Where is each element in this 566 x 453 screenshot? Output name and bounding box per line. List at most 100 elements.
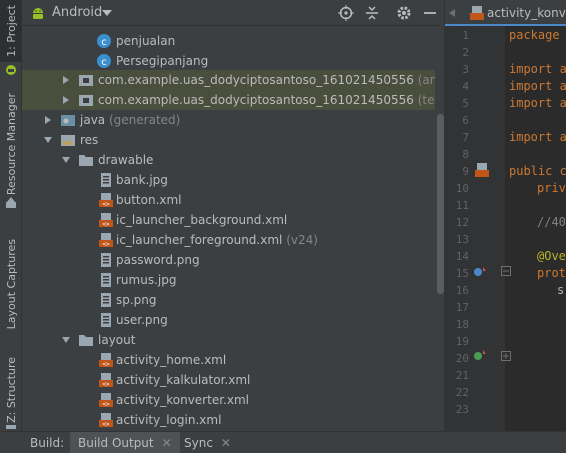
svg-text:<>: <> [102, 381, 110, 388]
tree-item-label: password.png [116, 253, 200, 267]
minimize-icon[interactable] [422, 5, 438, 21]
code-line-10: priva [537, 181, 566, 195]
svg-text:<>: <> [102, 201, 110, 208]
tree-item-bank-jpg[interactable]: bank.jpg [22, 170, 435, 190]
image-file-icon [101, 173, 111, 187]
build-label: Build: [30, 436, 65, 450]
tree-item-text: ic_launcher_foreground.xml (v24) [116, 233, 318, 247]
tab-resource-manager[interactable]: Resource Manager [0, 92, 22, 196]
tree-item-label: bank.jpg [116, 173, 168, 187]
tab-sync-label: Sync [184, 436, 213, 450]
tree-item-label: java [80, 113, 106, 127]
tree-scrollbar[interactable] [437, 114, 444, 294]
tree-item-label: activity_login.xml [116, 413, 222, 427]
tree-item-ic-launcher-foreground[interactable]: <> ic_launcher_foreground.xml (v24) [22, 230, 435, 250]
code-line-1: package c [509, 28, 566, 42]
tree-item-label: button.xml [116, 193, 182, 207]
tree-item-suffix: (androidTest) [417, 73, 435, 87]
xml-file-icon: <> [99, 353, 113, 368]
resource-folder-icon [61, 135, 75, 146]
tab-layout-captures[interactable]: Layout Captures [0, 236, 22, 332]
chevron-left-icon[interactable] [449, 9, 455, 17]
svg-text:c: c [101, 57, 107, 68]
xml-file-icon: <> [99, 193, 113, 208]
chevron-down-icon[interactable] [62, 156, 70, 164]
tab-resource-manager-label: Resource Manager [4, 92, 18, 196]
gear-icon[interactable] [396, 5, 412, 21]
xml-layout-icon[interactable] [475, 163, 489, 177]
fold-plus-icon[interactable] [501, 351, 511, 361]
line-number: 5 [462, 97, 469, 110]
xml-file-icon [470, 6, 484, 20]
tab-project[interactable]: 1: Project [0, 0, 22, 62]
tree-item-user-png[interactable]: user.png [22, 310, 435, 330]
override-marker-icon[interactable] [473, 266, 487, 278]
tree-item-button-xml[interactable]: <> button.xml [22, 190, 435, 210]
code-line-16: s [557, 283, 565, 297]
generated-folder-icon [61, 115, 75, 126]
tree-item-layout[interactable]: layout [22, 330, 435, 350]
tree-item-java-generated[interactable]: java (generated) [22, 110, 435, 130]
tree-item-text: java (generated) [80, 113, 180, 127]
xml-file-icon: <> [99, 373, 113, 388]
line-number: 21 [455, 369, 469, 382]
tree-item-rumus-jpg[interactable]: rumus.jpg [22, 270, 435, 290]
image-file-icon [101, 293, 111, 307]
tree-item-password-png[interactable]: password.png [22, 250, 435, 270]
collapse-all-icon[interactable] [364, 5, 380, 21]
view-selector-label[interactable]: Android [52, 5, 102, 20]
editor-tab-activity-konverter[interactable]: activity_konver [445, 0, 566, 26]
chevron-right-icon[interactable] [44, 116, 52, 124]
line-number: 17 [455, 301, 469, 314]
tree-item-activity-login[interactable]: <> activity_login.xml [22, 410, 435, 430]
tree-item-text: com.example.uas_dodyciptosantoso_1610214… [98, 93, 435, 107]
tree-item-package-test[interactable]: com.example.uas_dodyciptosantoso_1610214… [22, 90, 435, 110]
tree-item-ic-launcher-background[interactable]: <> ic_launcher_background.xml [22, 210, 435, 230]
tree-item-suffix: (v24) [286, 233, 318, 247]
code-editor: activity_konver 123456789101112131415161… [444, 0, 566, 431]
fold-minus-icon[interactable] [501, 266, 511, 276]
package-folder-icon [79, 75, 93, 86]
tree-item-res[interactable]: res [22, 130, 435, 150]
tree-item-sp-png[interactable]: sp.png [22, 290, 435, 310]
override-marker-icon[interactable] [473, 350, 487, 362]
folder-icon [79, 335, 93, 346]
chevron-down-icon[interactable] [62, 336, 70, 344]
line-number: 19 [455, 335, 469, 348]
tree-item-activity-home[interactable]: <> activity_home.xml [22, 350, 435, 370]
line-number: 10 [455, 182, 469, 195]
tree-item-label: ic_launcher_foreground.xml [116, 233, 283, 247]
folder-icon [79, 155, 93, 166]
tree-item-penjualan[interactable]: c penjualan [22, 31, 435, 51]
code-line-4: import an [509, 79, 566, 93]
tree-item-package-androidtest[interactable]: com.example.uas_dodyciptosantoso_1610214… [22, 70, 435, 90]
chevron-right-icon[interactable] [62, 96, 70, 104]
tab-sync[interactable]: Sync ✕ [176, 432, 239, 453]
xml-file-icon: <> [99, 213, 113, 228]
close-icon[interactable]: ✕ [162, 436, 172, 450]
line-number: 13 [455, 233, 469, 246]
tree-item-label: res [80, 133, 99, 147]
tree-item-suffix: (test) [417, 93, 435, 107]
line-number: 2 [462, 46, 469, 59]
close-icon[interactable]: ✕ [221, 436, 231, 450]
tree-item-activity-konverter[interactable]: <> activity_konverter.xml [22, 390, 435, 410]
tree-item-label: activity_konverter.xml [116, 393, 249, 407]
tree-item-text: com.example.uas_dodyciptosantoso_1610214… [98, 73, 435, 87]
tab-structure[interactable]: Z: Structure [0, 357, 22, 423]
tab-project-label: 1: Project [4, 5, 18, 57]
tree-item-drawable[interactable]: drawable [22, 150, 435, 170]
locate-icon[interactable] [338, 5, 354, 21]
code-line-14: @Over [537, 249, 566, 263]
xml-file-icon: <> [99, 393, 113, 408]
chevron-down-icon[interactable] [102, 10, 112, 16]
tree-item-activity-kalkulator[interactable]: <> activity_kalkulator.xml [22, 370, 435, 390]
tree-item-persegipanjang[interactable]: c Persegipanjang [22, 51, 435, 71]
line-number: 23 [455, 403, 469, 416]
code-line-3: import an [509, 62, 566, 76]
tree-item-label: Persegipanjang [116, 54, 209, 68]
chevron-right-icon[interactable] [62, 76, 70, 84]
chevron-down-icon[interactable] [44, 136, 52, 144]
tab-build-output[interactable]: Build Output ✕ [70, 432, 180, 453]
svg-text:<>: <> [102, 401, 110, 408]
